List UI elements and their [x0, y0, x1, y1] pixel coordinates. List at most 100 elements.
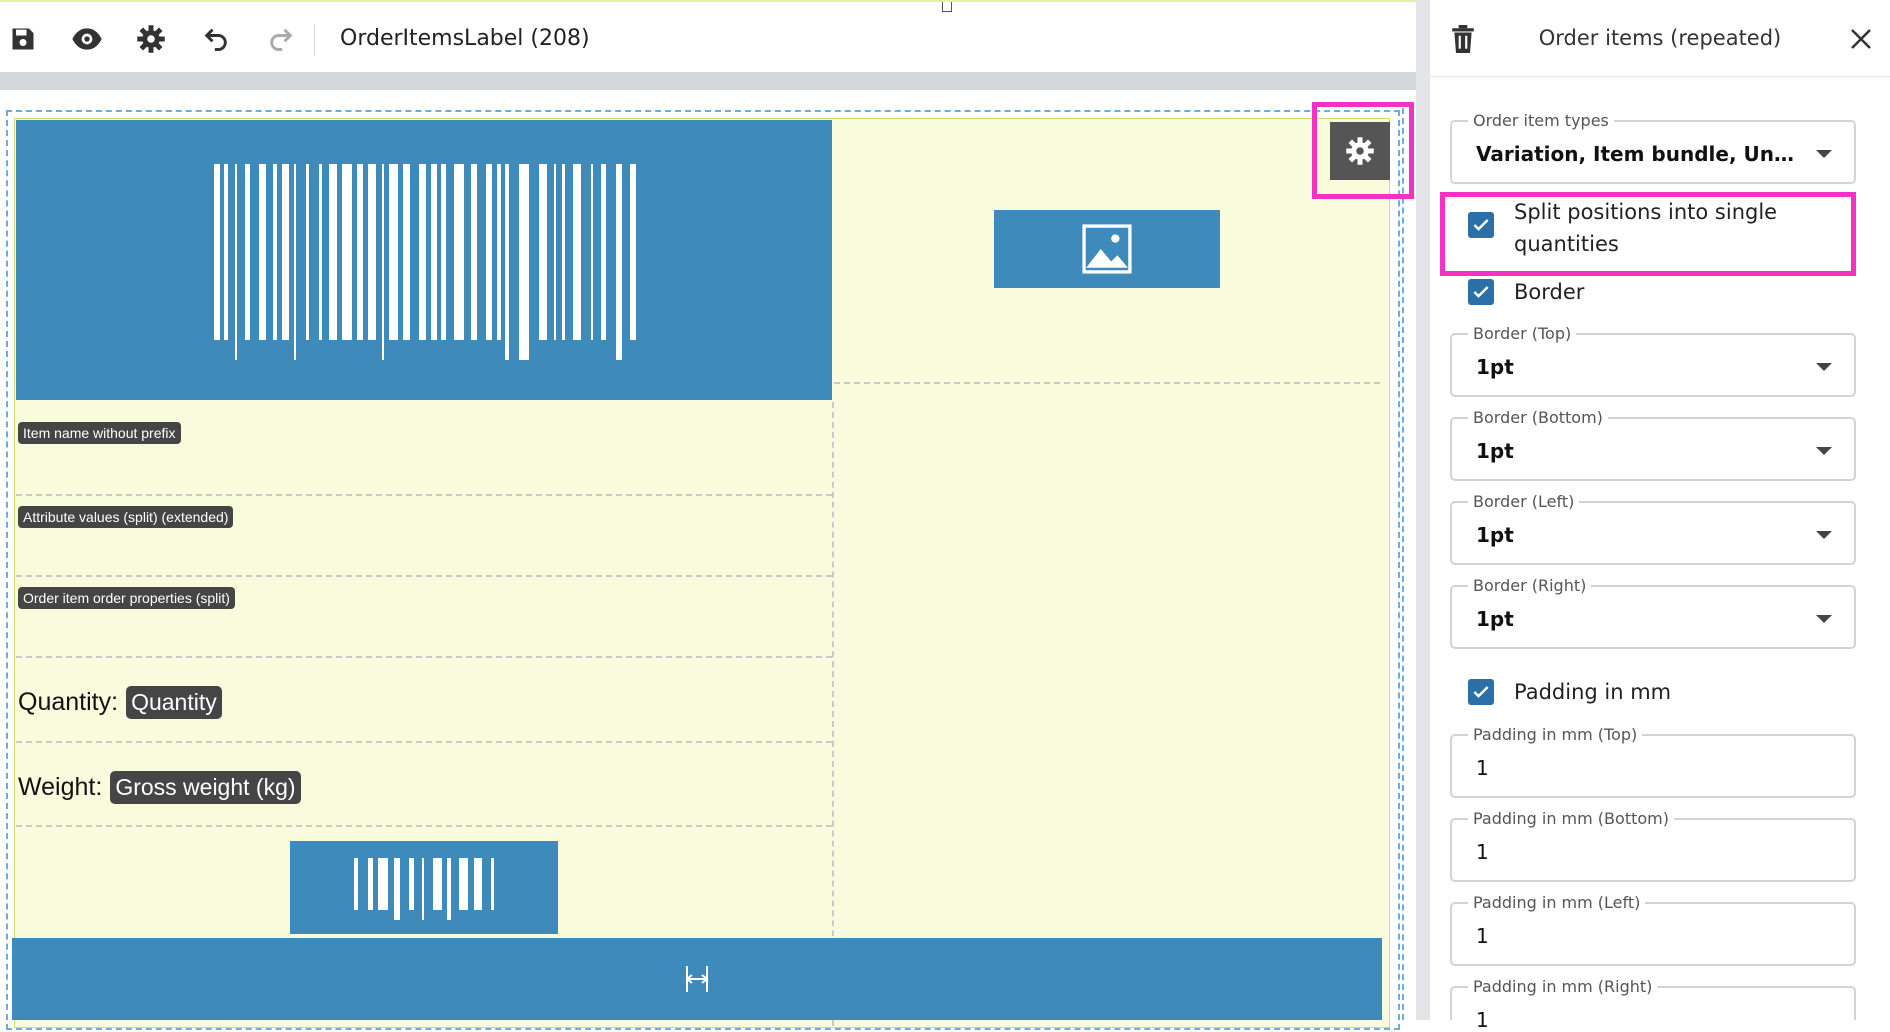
barcode-bar: [630, 164, 636, 340]
save-button[interactable]: [6, 22, 40, 56]
field-label: Order item types: [1468, 111, 1614, 130]
order-item-types-select[interactable]: Order item types Variation, Item bundle,…: [1450, 111, 1856, 184]
settings-panel: Order items (repeated) Order item types …: [1430, 0, 1890, 1032]
barcode-bar: [354, 857, 358, 910]
chevron-down-icon: [1816, 363, 1832, 371]
field-value: 1: [1476, 756, 1489, 780]
padding-top-input[interactable]: Padding in mm (Top) 1: [1450, 725, 1856, 798]
barcode-bar: [474, 857, 482, 910]
quantity-label: Quantity:: [18, 688, 119, 716]
weight-row[interactable]: Weight: Gross weight (kg): [16, 743, 832, 827]
barcode-bar: [259, 164, 266, 340]
barcode-bar: [294, 164, 296, 360]
barcode-bar: [319, 164, 322, 340]
weight-text: Weight: Gross weight (kg): [18, 771, 301, 804]
checkbox-checked-icon: [1468, 279, 1494, 305]
label-canvas: Item name without prefix Attribute value…: [0, 90, 1416, 1030]
padding-right-input[interactable]: Padding in mm (Right) 1: [1450, 977, 1856, 1032]
barcode-bar: [224, 164, 228, 340]
padding-bottom-input[interactable]: Padding in mm (Bottom) 1: [1450, 809, 1856, 882]
barcode-bar: [368, 164, 376, 340]
small-barcode-element[interactable]: [290, 841, 558, 934]
barcode-bar: [382, 164, 384, 360]
field-label: Border (Left): [1468, 492, 1580, 511]
border-left-select[interactable]: Border (Left) 1pt: [1450, 492, 1856, 565]
attribute-values-row[interactable]: Attribute values (split) (extended): [16, 496, 832, 577]
barcode-bar: [378, 857, 388, 910]
order-properties-row[interactable]: Order item order properties (split): [16, 577, 832, 658]
barcode-bar: [273, 164, 277, 340]
barcode-bar: [591, 164, 593, 340]
barcode-bar: [389, 164, 398, 340]
barcode-bar: [422, 857, 424, 920]
barcode-element[interactable]: [16, 120, 832, 400]
barcode-bar: [459, 857, 468, 910]
field-label: Border (Top): [1468, 324, 1577, 343]
barcode-bar: [357, 164, 363, 340]
barcode-bar: [539, 164, 547, 340]
barcode-bar: [368, 857, 373, 910]
undo-button[interactable]: [199, 22, 233, 56]
barcode-bar: [471, 164, 477, 340]
toolbar-separator: [314, 24, 315, 56]
redo-button[interactable]: [264, 22, 298, 56]
barcode-icon: [354, 857, 494, 920]
settings-button[interactable]: [134, 22, 168, 56]
panel-title: Order items (repeated): [1538, 26, 1782, 50]
border-right-select[interactable]: Border (Right) 1pt: [1450, 576, 1856, 649]
save-icon: [12, 28, 34, 50]
barcode-bar: [245, 164, 250, 340]
field-label: Padding in mm (Left): [1468, 893, 1646, 912]
close-button[interactable]: [1844, 22, 1878, 56]
field-label: Border (Bottom): [1468, 408, 1608, 427]
editor-toolbar: OrderItemsLabel (208): [0, 0, 1416, 72]
close-icon: [1851, 29, 1871, 49]
element-settings-button[interactable]: [1330, 122, 1390, 180]
padding-left-input[interactable]: Padding in mm (Left) 1: [1450, 893, 1856, 966]
border-checkbox[interactable]: Border: [1468, 276, 1584, 308]
item-name-row[interactable]: Item name without prefix: [16, 412, 832, 496]
barcode-bar: [491, 857, 494, 910]
border-bottom-select[interactable]: Border (Bottom) 1pt: [1450, 408, 1856, 481]
chevron-down-icon: [1816, 615, 1832, 623]
eye-icon: [72, 28, 102, 50]
canvas-top-band: [0, 72, 1416, 90]
barcode-icon: [214, 164, 636, 360]
barcode-bar: [497, 164, 501, 340]
undo-icon: [204, 28, 227, 51]
barcode-bar: [329, 164, 337, 340]
chevron-down-icon: [1816, 150, 1832, 158]
field-value: 1pt: [1476, 355, 1514, 379]
field-label: Border (Right): [1468, 576, 1592, 595]
padding-mm-checkbox[interactable]: Padding in mm: [1468, 676, 1671, 708]
panel-splitter[interactable]: [1416, 0, 1430, 1020]
spacer-icon: [685, 966, 709, 992]
barcode-bar: [554, 164, 556, 340]
barcode-bar: [601, 164, 606, 340]
chevron-down-icon: [1816, 447, 1832, 455]
barcode-bar: [235, 164, 237, 360]
field-value: 1pt: [1476, 523, 1514, 547]
field-label: Padding in mm (Bottom): [1468, 809, 1674, 828]
field-value: Variation, Item bundle, Unassig...: [1476, 142, 1806, 166]
field-value: 1pt: [1476, 607, 1514, 631]
chevron-down-icon: [1816, 531, 1832, 539]
field-value: 1pt: [1476, 439, 1514, 463]
quantity-text: Quantity: Quantity: [18, 686, 222, 719]
image-element[interactable]: [994, 210, 1220, 288]
ruler-marker[interactable]: [942, 2, 952, 12]
checkbox-label: Padding in mm: [1514, 680, 1672, 704]
barcode-bar: [342, 164, 352, 340]
panel-header: Order items (repeated): [1430, 0, 1890, 77]
barcode-bar: [505, 164, 509, 360]
border-top-select[interactable]: Border (Top) 1pt: [1450, 324, 1856, 397]
quantity-row[interactable]: Quantity: Quantity: [16, 658, 832, 743]
gear-icon: [1346, 137, 1374, 165]
order-properties-placeholder: Order item order properties (split): [18, 587, 235, 609]
preview-button[interactable]: [70, 22, 104, 56]
split-positions-checkbox[interactable]: Split positions into single quantities: [1468, 196, 1804, 260]
item-name-placeholder: Item name without prefix: [18, 422, 181, 444]
footer-element[interactable]: [12, 938, 1382, 1020]
image-icon: [1082, 224, 1132, 274]
column-divider: [832, 402, 834, 1026]
